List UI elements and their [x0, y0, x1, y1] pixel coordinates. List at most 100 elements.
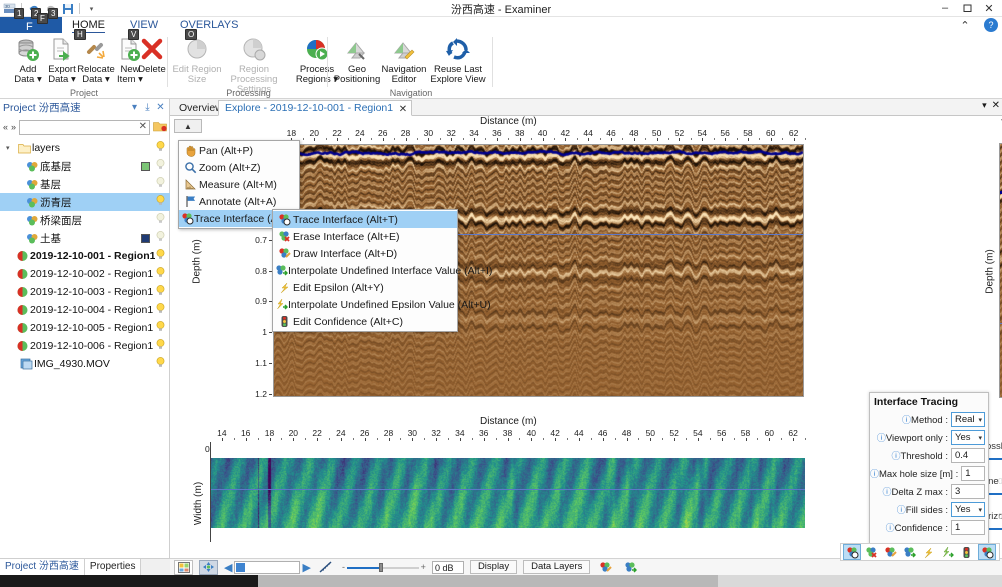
layer-color-swatch[interactable] — [141, 162, 150, 171]
interpolate-interface-icon[interactable] — [621, 560, 640, 575]
scroll-position-box[interactable] — [234, 561, 300, 574]
visibility-bulb-icon[interactable] — [154, 321, 166, 335]
tree-item-layer-4[interactable]: 桥梁面层 — [0, 211, 170, 229]
file-tab[interactable]: F — [0, 17, 62, 33]
geo-positioning-button[interactable]: GeoPositioning — [331, 36, 383, 86]
info-icon[interactable]: ⓘ — [877, 433, 886, 443]
submenu-interpolate-epsilon[interactable]: Interpolate Undefined Epsilon Value (Alt… — [273, 296, 457, 313]
gain-filter-icon[interactable] — [317, 560, 336, 575]
expand-all-icon[interactable]: « — [3, 122, 8, 132]
tab-list-icon[interactable]: ▾ — [982, 100, 987, 111]
tab-overlays[interactable]: OVERLAYS — [172, 17, 247, 33]
visibility-bulb-icon[interactable] — [154, 285, 166, 299]
gain-knob[interactable] — [379, 563, 383, 572]
tree-item-layers[interactable]: ▾ layers — [0, 139, 170, 157]
visibility-bulb-icon[interactable] — [154, 159, 166, 173]
minimize-button[interactable]: – — [934, 0, 956, 16]
info-icon[interactable]: ⓘ — [902, 415, 911, 425]
close-button[interactable]: ✕ — [978, 0, 1000, 16]
edit-confidence-tool-button[interactable] — [957, 544, 975, 560]
chevron-down-icon[interactable]: ▾ — [978, 414, 982, 427]
info-icon[interactable]: ⓘ — [882, 487, 891, 497]
navigation-editor-button[interactable]: NavigationEditor — [378, 36, 430, 86]
tree-item-region-1[interactable]: 2019-12-10-001 - Region1 — [0, 247, 170, 265]
tab-close-icon[interactable]: ✕ — [992, 100, 1000, 111]
info-icon[interactable]: ⓘ — [870, 469, 879, 479]
visibility-bulb-icon[interactable] — [154, 177, 166, 191]
erase-interface-tool-button[interactable] — [862, 544, 880, 560]
tab-properties[interactable]: Properties — [85, 559, 142, 576]
method-combo[interactable]: Real▾ — [951, 412, 985, 427]
navigate-icon[interactable] — [199, 560, 218, 575]
tree-item-region-4[interactable]: 2019-12-10-004 - Region1 — [0, 301, 170, 319]
submenu-edit-epsilon[interactable]: Edit Epsilon (Alt+Y) — [273, 279, 457, 296]
gain-slider[interactable]: - + — [342, 562, 426, 573]
restore-button[interactable] — [956, 0, 978, 16]
close-icon[interactable]: ✕ — [399, 102, 407, 117]
tree-item-movie[interactable]: IMG_4930.MOV — [0, 355, 170, 373]
tab-project[interactable]: Project 汾西高速 — [0, 559, 85, 576]
add-folder-icon[interactable] — [153, 120, 167, 135]
visibility-bulb-icon[interactable] — [154, 231, 166, 245]
draw-interface-tool-button[interactable] — [881, 544, 899, 560]
collapse-all-icon[interactable]: » — [11, 122, 16, 132]
tab-home[interactable]: HOME — [64, 17, 113, 33]
viewport-only-combo[interactable]: Yes▾ — [951, 430, 985, 445]
chevron-down-icon[interactable]: ▾ — [978, 504, 982, 517]
depth-slice-image[interactable] — [211, 458, 805, 528]
submenu-draw-interface[interactable]: Draw Interface (Alt+D) — [273, 245, 457, 262]
ribbon-collapse-button[interactable]: ⌃ — [954, 17, 976, 33]
max-hole-size-input[interactable]: 1 — [961, 466, 985, 481]
visibility-bulb-icon[interactable] — [154, 357, 166, 371]
tree-item-layer-5[interactable]: 土基 — [0, 229, 170, 247]
reuse-last-explore-view-button[interactable]: Reuse LastExplore View — [425, 36, 491, 86]
tree-item-layer-3[interactable]: 沥青层 — [0, 193, 170, 211]
visibility-bulb-icon[interactable] — [154, 303, 166, 317]
horizontal-scrollbar[interactable] — [258, 575, 718, 587]
submenu-trace-interface[interactable]: Trace Interface (Alt+T) — [273, 211, 457, 228]
tree-item-region-5[interactable]: 2019-12-10-005 - Region1 — [0, 319, 170, 337]
tree-item-layer-2[interactable]: 基层 — [0, 175, 170, 193]
layer-color-swatch[interactable] — [141, 234, 150, 243]
submenu-edit-confidence[interactable]: Edit Confidence (Alt+C) — [273, 313, 457, 330]
menu-item-pan[interactable]: Pan (Alt+P) — [179, 142, 299, 159]
fill-sides-combo[interactable]: Yes▾ — [951, 502, 985, 517]
visibility-bulb-icon[interactable] — [154, 141, 166, 155]
inline-slice-cursor[interactable] — [211, 489, 805, 490]
display-button[interactable]: Display — [470, 560, 517, 574]
help-button[interactable]: ? — [984, 18, 998, 32]
threshold-input[interactable]: 0.4 — [951, 448, 985, 463]
gain-plus[interactable]: + — [421, 562, 426, 572]
scroll-next-arrow[interactable]: ▶ — [302, 561, 310, 574]
visibility-bulb-icon[interactable] — [154, 195, 166, 209]
doc-tab-explore[interactable]: Explore - 2019-12-10-001 - Region1 ✕ — [218, 100, 412, 116]
clear-filter-icon[interactable]: ✕ — [139, 121, 147, 132]
chevron-down-icon[interactable]: ▾ — [978, 432, 982, 445]
info-icon[interactable]: ⓘ — [897, 505, 906, 515]
info-icon[interactable]: ⓘ — [886, 523, 895, 533]
toolbar-collapse-button[interactable]: ▲ — [174, 119, 202, 133]
tree-item-region-3[interactable]: 2019-12-10-003 - Region1 — [0, 283, 170, 301]
submenu-erase-interface[interactable]: Erase Interface (Alt+E) — [273, 228, 457, 245]
menu-item-zoom[interactable]: Zoom (Alt+Z) — [179, 159, 299, 176]
visibility-bulb-icon[interactable] — [154, 213, 166, 227]
tree-item-region-6[interactable]: 2019-12-10-006 - Region1 — [0, 337, 170, 355]
submenu-interpolate-interface[interactable]: Interpolate Undefined Interface Value (A… — [273, 262, 457, 279]
interpolate-interface-tool-button[interactable] — [900, 544, 918, 560]
menu-item-measure[interactable]: Measure (Alt+M) — [179, 176, 299, 193]
gain-minus[interactable]: - — [342, 562, 345, 572]
gain-track[interactable] — [347, 562, 419, 573]
visibility-bulb-icon[interactable] — [154, 249, 166, 263]
data-layers-button[interactable]: Data Layers — [523, 560, 590, 574]
project-filter-input[interactable]: ✕ — [19, 120, 150, 135]
panel-dropdown-icon[interactable]: ▾ — [128, 102, 141, 113]
tree-item-layer-1[interactable]: 底基层 — [0, 157, 170, 175]
edit-epsilon-tool-button[interactable] — [919, 544, 937, 560]
layout-icon[interactable] — [174, 560, 193, 575]
gain-value-input[interactable]: 0 dB — [432, 561, 464, 574]
trace-settings-tool-button[interactable] — [978, 544, 996, 560]
trace-interface-tool-button[interactable] — [843, 544, 861, 560]
scroll-thumb[interactable] — [236, 563, 245, 572]
confidence-input[interactable]: 1 — [951, 520, 985, 535]
interpolate-epsilon-tool-button[interactable] — [938, 544, 956, 560]
